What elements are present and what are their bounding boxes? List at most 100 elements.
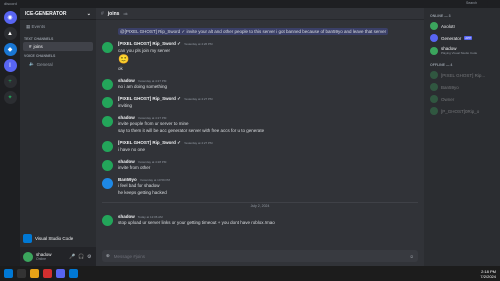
message-text: can you pls join my server xyxy=(118,48,171,53)
message-time: Yesterday at 4:27 PM xyxy=(183,141,213,145)
server-list: ◉ ▲ ◆ I + ✦ xyxy=(0,8,20,266)
avatar xyxy=(430,22,438,30)
member-activity: Playing Visual Studio Code xyxy=(441,51,478,55)
windows-start-icon[interactable] xyxy=(4,269,13,278)
member-item[interactable]: [P_GHOST]0Rip_o xyxy=(424,105,500,117)
message-list: @[PIXEL GHOST] Rip_Sword ✓ invite your a… xyxy=(96,20,424,248)
emoji-icon[interactable]: ☺ xyxy=(409,254,414,259)
avatar xyxy=(430,107,438,115)
message-time: Yesterday at 4:26 PM xyxy=(183,42,213,46)
message-text: i have no one xyxy=(118,147,146,152)
message: shadow Yesterday at 4:28 PM invite from o… xyxy=(102,159,418,171)
member-item[interactable]: shadow Playing Visual Studio Code xyxy=(424,44,500,57)
window-titlebar: discord xyxy=(0,0,500,8)
avatar[interactable] xyxy=(102,79,113,90)
online-header: ONLINE — 3 xyxy=(430,14,451,18)
clock[interactable]: 2:18 PM 7/2/2024 xyxy=(480,269,496,279)
channel-topic: ok xyxy=(123,11,128,16)
mic-icon[interactable]: 🎤 xyxy=(69,254,75,260)
search-icon[interactable] xyxy=(17,269,26,278)
user-status: Online xyxy=(36,257,47,261)
avatar xyxy=(430,46,438,55)
avatar[interactable] xyxy=(102,178,113,189)
roblox-icon[interactable] xyxy=(43,269,52,278)
headphones-icon[interactable]: 🎧 xyxy=(78,254,84,260)
channel-title: joins xyxy=(107,10,120,17)
channel-sidebar: ICE-GENERATOR ⌄ ▦ Events TEXT CHANNELS #… xyxy=(20,8,96,266)
member-item[interactable]: Generator APP xyxy=(424,32,500,44)
events-link[interactable]: ▦ Events xyxy=(20,20,96,34)
avatar xyxy=(430,95,438,103)
add-attachment-icon[interactable]: ⊕ xyxy=(106,253,110,259)
search-input[interactable]: Search xyxy=(464,1,488,7)
hash-icon: # xyxy=(101,10,104,17)
member-item[interactable]: AxolotI xyxy=(424,20,500,32)
message-text: @[PIXEL GHOST] Rip_Sword ✓ invite your a… xyxy=(118,28,389,35)
taskbar: 2:18 PM 7/2/2024 xyxy=(0,266,500,281)
message: shadow Today at 12:06 AM stop upload ur s… xyxy=(102,214,418,226)
activity-bar[interactable]: Visual Studio Code xyxy=(23,233,93,244)
message-text: invite people from ur server to mine xyxy=(118,121,189,126)
avatar xyxy=(430,83,438,91)
member-item[interactable]: [PIXEL GHOST] Rip... xyxy=(424,69,500,81)
message-author[interactable]: [PIXEL GHOST] Rip_Sword ✓ xyxy=(118,96,181,101)
message-text: inviting xyxy=(118,103,133,108)
chevron-down-icon: ⌄ xyxy=(86,11,91,17)
app-badge: APP xyxy=(464,36,473,40)
message-author[interactable]: [PIXEL GHOST] Rip_Sword ✓ xyxy=(118,140,181,145)
gear-icon[interactable]: ⚙ xyxy=(87,254,93,260)
hash-icon: # xyxy=(29,44,32,49)
vscode-icon xyxy=(23,234,32,243)
message: Ban59yo Yesterday at 10:59 PM i feel bad … xyxy=(102,177,418,196)
message-text: he keeps getting hacked xyxy=(118,190,167,195)
member-item[interactable]: Owner xyxy=(424,93,500,105)
message: [PIXEL GHOST] Rip_Sword ✓ Yesterday at 4:… xyxy=(102,140,418,153)
avatar[interactable] xyxy=(102,215,113,226)
server-name: ICE-GENERATOR xyxy=(25,11,67,17)
message-text: stop upload ur server links or your gett… xyxy=(118,220,275,225)
add-server-icon[interactable]: + xyxy=(3,75,17,88)
vscode-icon[interactable] xyxy=(69,269,78,278)
speaker-icon: 🔈 xyxy=(29,61,35,66)
member-item[interactable]: Ban59yo xyxy=(424,81,500,93)
message-author[interactable]: [PIXEL GHOST] Rip_Sword ✓ xyxy=(118,41,181,46)
chat-area: # joins ok @[PIXEL GHOST] Rip_Sword ✓ in… xyxy=(96,8,424,266)
message: [PIXEL GHOST] Rip_Sword ✓ Yesterday at 4:… xyxy=(102,96,418,109)
emoji: 🙂 xyxy=(118,54,130,64)
avatar xyxy=(430,34,438,42)
message-input[interactable]: ⊕ Message #joins ☺ xyxy=(102,250,418,262)
message-text: invite from other xyxy=(118,165,151,170)
avatar[interactable] xyxy=(102,160,113,171)
avatar[interactable] xyxy=(102,141,113,152)
home-icon[interactable]: ◉ xyxy=(3,11,17,24)
voice-category[interactable]: VOICE CHANNELS xyxy=(20,51,96,59)
avatar[interactable] xyxy=(23,251,33,262)
message-text: i feel bad for shadow xyxy=(118,183,160,188)
message-text: say to them it will be acc generator ser… xyxy=(118,128,265,133)
message: @[PIXEL GHOST] Rip_Sword ✓ invite your a… xyxy=(102,28,418,35)
avatar[interactable] xyxy=(102,42,113,53)
message: shadow Yesterday at 4:27 PM invite people… xyxy=(102,115,418,134)
discord-icon[interactable] xyxy=(56,269,65,278)
avatar[interactable] xyxy=(102,97,113,108)
server-header[interactable]: ICE-GENERATOR ⌄ xyxy=(20,8,96,20)
avatar[interactable] xyxy=(102,116,113,127)
message-time: Yesterday at 4:27 PM xyxy=(183,97,213,101)
channel-header: # joins ok xyxy=(96,8,424,20)
member-list: Search ONLINE — 3 AxolotI Generator APP s… xyxy=(424,1,500,266)
explore-icon[interactable]: ✦ xyxy=(3,91,17,104)
text-category[interactable]: TEXT CHANNELS xyxy=(20,34,96,42)
channel-general[interactable]: 🔈 General xyxy=(23,59,93,69)
server-icon-ice[interactable]: I xyxy=(3,59,17,72)
file-explorer-icon[interactable] xyxy=(30,269,39,278)
compose-placeholder: Message #joins xyxy=(113,253,146,259)
channel-joins[interactable]: # joins xyxy=(23,42,93,51)
user-panel: shadow Online 🎤 🎧 ⚙ xyxy=(20,247,96,266)
avatar xyxy=(430,71,438,79)
server-icon-2[interactable]: ◆ xyxy=(3,43,17,56)
server-icon-1[interactable]: ▲ xyxy=(3,27,17,40)
message-text: no i am doing something xyxy=(118,84,168,89)
message-text: ok xyxy=(118,66,123,71)
message: shadow Yesterday at 4:27 PM no i am doing… xyxy=(102,78,418,90)
offline-header: OFFLINE — 4 xyxy=(430,63,453,67)
